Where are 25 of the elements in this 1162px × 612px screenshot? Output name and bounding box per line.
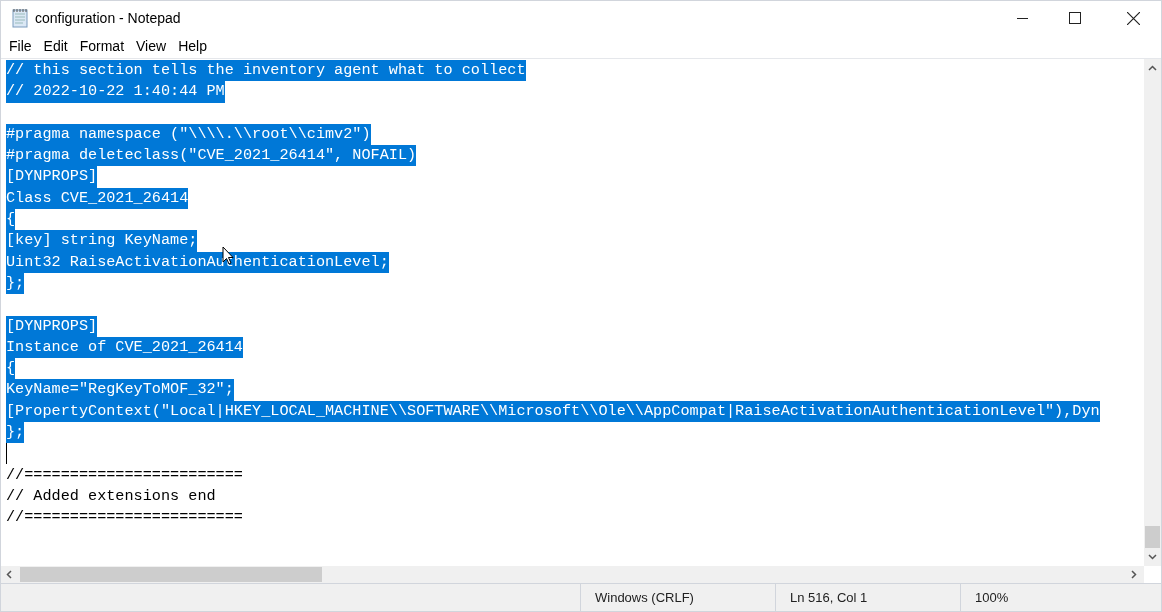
close-icon — [1126, 11, 1140, 25]
status-text: 100% — [975, 588, 1009, 607]
minimize-icon — [1016, 17, 1028, 19]
menu-item[interactable]: Edit — [37, 36, 74, 57]
menu-item[interactable]: Help — [172, 36, 213, 57]
scroll-down-icon[interactable] — [1148, 554, 1157, 560]
maximize-icon — [1069, 12, 1081, 24]
code-line: // Added extensions end — [6, 485, 216, 507]
menu-item[interactable]: File — [3, 36, 38, 57]
code-line: //======================== — [6, 507, 243, 529]
horizontal-scrollbar[interactable] — [1, 566, 1144, 583]
code-line: //======================== — [6, 464, 243, 486]
menu-item[interactable]: Format — [73, 36, 131, 57]
scrollbar-thumb[interactable] — [1145, 526, 1160, 548]
scroll-up-icon[interactable] — [1148, 65, 1157, 71]
scroll-left-icon[interactable] — [6, 570, 12, 579]
menu-item[interactable]: View — [130, 36, 173, 57]
text-caret — [6, 443, 7, 465]
window-title: configuration - Notepad — [35, 8, 181, 28]
vertical-scrollbar[interactable] — [1144, 59, 1161, 566]
status-text: Windows (CRLF) — [595, 588, 694, 607]
status-text: Ln 516, Col 1 — [790, 588, 868, 607]
notepad-icon — [11, 8, 29, 28]
scroll-right-icon[interactable] — [1131, 570, 1137, 579]
scrollbar-thumb[interactable] — [20, 567, 322, 582]
